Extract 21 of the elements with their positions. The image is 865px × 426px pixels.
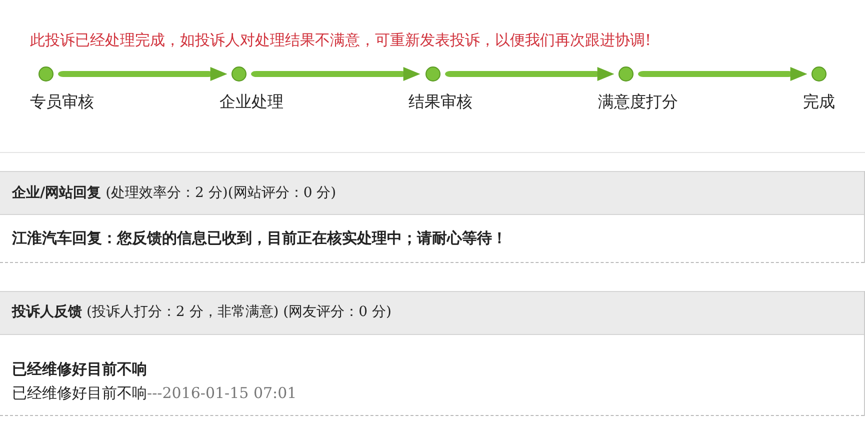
feedback-title: 已经维修好目前不响 [12,358,148,380]
notice-text: 此投诉已经处理完成，如投诉人对处理结果不满意，可重新发表投诉，以便我们再次跟进协调! [30,30,652,50]
header-title: 企业/网站回复 (处理效率分：2 分)(网站评分：0 分) [12,184,336,202]
step-label: 企业处理 [219,91,284,113]
step-dot-icon [424,66,440,82]
step-label: 结果审核 [408,91,472,113]
feedback-time: ---2016-01-15 07:01 [147,384,297,402]
step-dot-icon [38,66,54,82]
arrow-icon [444,67,614,81]
arrow-icon [638,67,807,81]
header-title: 投诉人反馈 (投诉人打分：2 分，非常满意) (网友评分：0 分) [12,303,392,322]
reply-text: 江淮汽车回复：您反馈的信息已收到，目前正在核实处理中；请耐心等待！ [12,228,508,249]
step-dot-icon [618,66,634,82]
step-dot-icon [811,66,827,82]
step-dot-icon [231,66,248,82]
step-label: 完成 [803,91,835,113]
step-label: 满意度打分 [598,91,678,113]
arrow-icon [58,67,228,81]
feedback-text: 已经维修好目前不响 [12,384,147,402]
step-label: 专员审核 [30,91,94,113]
arrow-icon [251,67,420,81]
